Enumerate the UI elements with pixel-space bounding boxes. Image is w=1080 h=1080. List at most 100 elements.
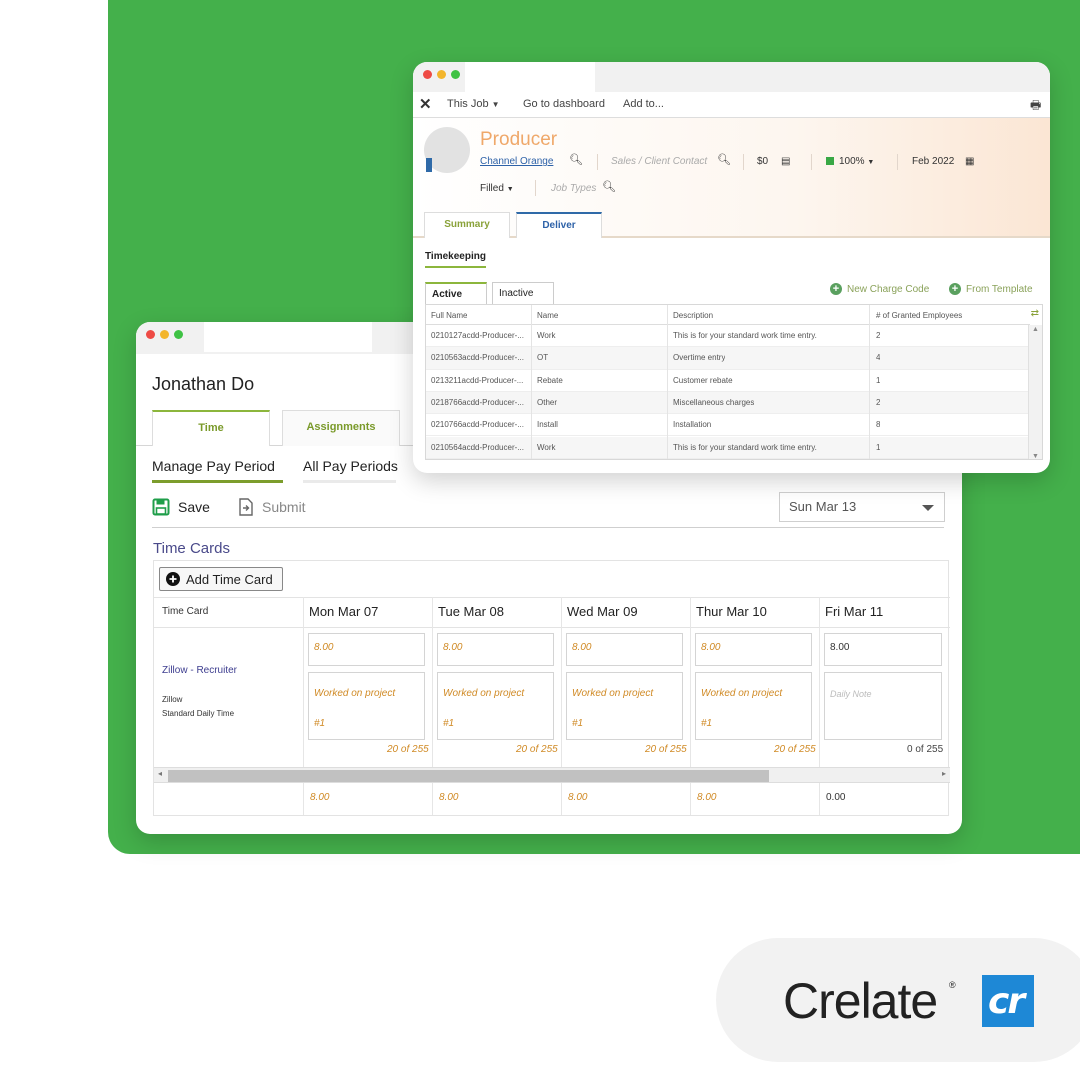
table-row[interactable]: 0210563acdd-Producer-... OT Overtime ent… bbox=[426, 347, 1030, 370]
daily-note-text: #1 bbox=[572, 718, 584, 729]
maximize-dot-icon[interactable] bbox=[174, 330, 183, 339]
job-title: Producer bbox=[480, 129, 558, 150]
table-row[interactable]: 0218766acdd-Producer-... Other Miscellan… bbox=[426, 391, 1030, 415]
minimize-dot-icon[interactable] bbox=[437, 70, 446, 79]
tab-deliver[interactable]: Deliver bbox=[516, 212, 602, 238]
hours-input-mon[interactable]: 8.00 bbox=[308, 633, 425, 666]
daily-note-fri[interactable]: Daily Note bbox=[824, 672, 942, 740]
browser-tab[interactable] bbox=[465, 62, 595, 92]
pay-period-select[interactable]: Sun Mar 13 bbox=[779, 492, 945, 522]
contact-field[interactable]: Sales / Client Contact bbox=[611, 156, 707, 167]
calendar-icon[interactable]: ▦ bbox=[965, 156, 974, 167]
submit-button[interactable]: Submit bbox=[238, 498, 306, 516]
window-controls[interactable] bbox=[146, 330, 183, 339]
day-total-tue: 8.00 bbox=[439, 792, 459, 803]
daily-note-text: Worked on project bbox=[443, 688, 525, 699]
hours-input-tue[interactable]: 8.00 bbox=[437, 633, 554, 666]
table-cell: Other bbox=[537, 397, 558, 407]
table-row[interactable]: 0210564acdd-Producer-... Work This is fo… bbox=[426, 436, 1030, 459]
table-cell: Customer rebate bbox=[673, 375, 733, 385]
minimize-dot-icon[interactable] bbox=[160, 330, 169, 339]
new-charge-code-label: New Charge Code bbox=[847, 283, 930, 295]
scroll-right-icon[interactable]: ▸ bbox=[942, 769, 946, 778]
person-name: Jonathan Do bbox=[152, 374, 255, 394]
new-charge-code-button[interactable]: + New Charge Code bbox=[830, 283, 929, 295]
chevron-down-icon: ▼ bbox=[867, 159, 875, 166]
time-card-link[interactable]: Zillow - Recruiter bbox=[162, 665, 237, 676]
time-card-column-header: Time Card bbox=[162, 606, 209, 617]
close-dot-icon[interactable] bbox=[146, 330, 155, 339]
submit-label: Submit bbox=[262, 499, 306, 515]
daily-note-wed[interactable]: Worked on project #1 bbox=[566, 672, 683, 740]
daily-note-text: Worked on project bbox=[701, 688, 783, 699]
scroll-up-icon[interactable]: ▲ bbox=[1032, 326, 1039, 333]
table-row[interactable]: 0210766acdd-Producer-... Install Install… bbox=[426, 414, 1030, 437]
close-icon[interactable]: ✕ bbox=[419, 95, 432, 113]
add-to-link[interactable]: Add to... bbox=[623, 98, 664, 110]
tab-active[interactable]: Active bbox=[425, 282, 487, 304]
tab-summary[interactable]: Summary bbox=[424, 212, 510, 238]
daily-note-tue[interactable]: Worked on project #1 bbox=[437, 672, 554, 740]
daily-note-thu[interactable]: Worked on project #1 bbox=[695, 672, 812, 740]
save-icon bbox=[152, 498, 170, 516]
table-cell: 0218766acdd-Producer-... bbox=[431, 397, 524, 407]
refresh-icon[interactable]: ⇄ bbox=[1031, 308, 1039, 319]
search-icon[interactable]: 🔍︎ bbox=[717, 153, 731, 166]
hours-input-thu[interactable]: 8.00 bbox=[695, 633, 812, 666]
table-cell: 4 bbox=[876, 353, 881, 363]
window-controls[interactable] bbox=[423, 70, 460, 79]
company-link[interactable]: Channel Orange bbox=[480, 156, 553, 167]
tab-all-pay-periods[interactable]: All Pay Periods bbox=[303, 458, 398, 483]
status-dropdown[interactable]: Filled ▼ bbox=[480, 183, 514, 194]
column-header: Name bbox=[537, 311, 559, 320]
vertical-scrollbar[interactable]: ▲ ▼ bbox=[1028, 325, 1042, 459]
daily-note-text: #1 bbox=[443, 718, 455, 729]
table-cell: Miscellaneous charges bbox=[673, 397, 755, 407]
probability-dropdown[interactable]: 100% ▼ bbox=[826, 156, 874, 167]
from-template-button[interactable]: + From Template bbox=[949, 283, 1033, 295]
search-icon[interactable]: 🔍︎ bbox=[602, 180, 616, 193]
job-types-field[interactable]: Job Types bbox=[551, 183, 596, 194]
tab-inactive[interactable]: Inactive bbox=[492, 282, 554, 304]
print-icon[interactable]: 🖶 bbox=[1030, 96, 1041, 117]
scroll-down-icon[interactable]: ▼ bbox=[1032, 453, 1039, 459]
char-counter-mon: 20 of 255 bbox=[387, 744, 429, 755]
horizontal-scrollbar[interactable]: ◂ ▸ bbox=[154, 767, 950, 783]
charge-code-table: Full Name Name Description # of Granted … bbox=[425, 304, 1043, 460]
char-counter-fri: 0 of 255 bbox=[907, 744, 944, 755]
company-field[interactable]: Channel Orange bbox=[480, 156, 553, 167]
day-header-tue: Tue Mar 08 bbox=[438, 604, 504, 619]
logo-mark-text: cr bbox=[988, 981, 1025, 1022]
table-cell: Install bbox=[537, 420, 558, 430]
table-row[interactable]: 0213211acdd-Producer-... Rebate Customer… bbox=[426, 370, 1030, 392]
daily-note-text: Worked on project bbox=[572, 688, 654, 699]
tab-assignments[interactable]: Assignments bbox=[282, 410, 400, 446]
table-cell: This is for your standard work time entr… bbox=[673, 442, 817, 452]
daily-note-mon[interactable]: Worked on project #1 bbox=[308, 672, 425, 740]
table-cell: This is for your standard work time entr… bbox=[673, 331, 817, 340]
maximize-dot-icon[interactable] bbox=[451, 70, 460, 79]
table-cell: Installation bbox=[673, 420, 712, 430]
time-card-company: Zillow bbox=[162, 695, 183, 704]
table-cell: 0210127acdd-Producer-... bbox=[431, 331, 524, 340]
scrollbar-thumb[interactable] bbox=[168, 770, 769, 782]
save-button[interactable]: Save bbox=[152, 498, 210, 516]
table-row[interactable]: 0210127acdd-Producer-... Work This is fo… bbox=[426, 325, 1030, 348]
browser-tab[interactable] bbox=[204, 322, 372, 352]
hours-input-wed[interactable]: 8.00 bbox=[566, 633, 683, 666]
tab-manage-pay-period[interactable]: Manage Pay Period bbox=[152, 458, 283, 483]
tab-time[interactable]: Time bbox=[152, 410, 270, 446]
table-cell: Work bbox=[537, 331, 556, 340]
calculator-icon[interactable]: ▤ bbox=[781, 156, 790, 167]
hours-input-fri[interactable]: 8.00 bbox=[824, 633, 942, 666]
go-to-dashboard-link[interactable]: Go to dashboard bbox=[523, 98, 605, 110]
plus-circle-icon bbox=[166, 572, 180, 586]
close-dot-icon[interactable] bbox=[423, 70, 432, 79]
search-icon[interactable]: 🔍︎ bbox=[569, 153, 583, 166]
scroll-left-icon[interactable]: ◂ bbox=[158, 769, 162, 778]
this-job-dropdown[interactable]: This Job ▼ bbox=[447, 98, 500, 110]
add-time-card-button[interactable]: Add Time Card bbox=[159, 567, 283, 591]
day-header-fri: Fri Mar 11 bbox=[825, 604, 884, 619]
column-header: # of Granted Employees bbox=[876, 311, 963, 320]
submit-icon bbox=[239, 498, 253, 516]
